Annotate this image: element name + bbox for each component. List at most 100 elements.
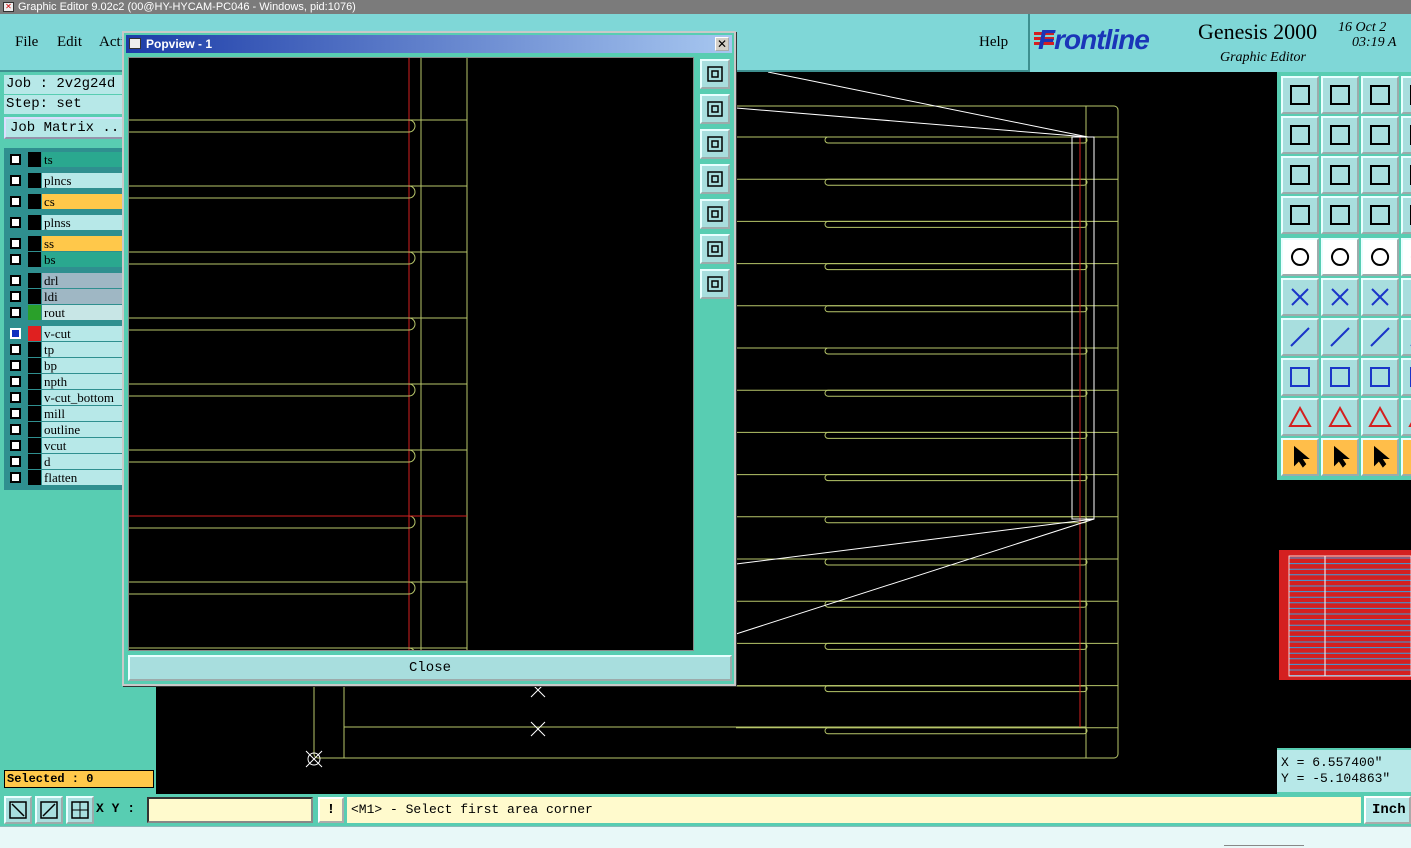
move-left-button[interactable] xyxy=(1281,116,1319,154)
layer-color-swatch[interactable] xyxy=(28,194,41,209)
layer-checkbox[interactable] xyxy=(10,238,21,249)
layer-color-swatch[interactable] xyxy=(28,173,41,188)
rotate-button[interactable] xyxy=(1361,318,1399,356)
pointer-circle-button[interactable] xyxy=(1281,238,1319,276)
layer-checkbox[interactable] xyxy=(10,254,21,265)
layer-color-swatch[interactable] xyxy=(28,305,41,320)
layer-checkbox[interactable] xyxy=(10,344,21,355)
pv-zoom-button[interactable] xyxy=(700,59,730,89)
layer-checkbox[interactable] xyxy=(10,217,21,228)
layer-checkbox[interactable] xyxy=(10,291,21,302)
xy-input[interactable] xyxy=(147,797,313,823)
next-button[interactable] xyxy=(1401,116,1411,154)
bracket-button[interactable] xyxy=(1401,358,1411,396)
layer-checkbox[interactable] xyxy=(10,328,21,339)
popview-close-icon[interactable]: ✕ xyxy=(715,37,729,51)
layer-checkbox[interactable] xyxy=(10,440,21,451)
triangle-b-button[interactable] xyxy=(1361,398,1399,436)
pv-zoom-in-button[interactable] xyxy=(700,269,730,299)
layer-checkbox[interactable] xyxy=(10,408,21,419)
grid-button[interactable] xyxy=(66,796,94,824)
overview-map[interactable] xyxy=(1277,480,1411,748)
measure-button[interactable] xyxy=(35,796,63,824)
layer-color-swatch[interactable] xyxy=(28,326,41,341)
layer-checkbox[interactable] xyxy=(10,175,21,186)
zoom-center-button[interactable] xyxy=(1321,156,1359,194)
zoom-box-button[interactable] xyxy=(1401,156,1411,194)
grid-button[interactable] xyxy=(1321,196,1359,234)
popview-close-button[interactable]: Close xyxy=(128,655,732,681)
misc-button[interactable] xyxy=(1401,238,1411,276)
layer-color-swatch[interactable] xyxy=(28,152,41,167)
layer-color-swatch[interactable] xyxy=(28,358,41,373)
pad-button[interactable] xyxy=(1281,358,1319,396)
layer-color-swatch[interactable] xyxy=(28,422,41,437)
dimension-button[interactable] xyxy=(1361,358,1399,396)
dash-button[interactable] xyxy=(1321,358,1359,396)
menu-edit[interactable]: Edit xyxy=(57,34,82,51)
pv-move-left-button[interactable] xyxy=(700,164,730,194)
layer-color-swatch[interactable] xyxy=(28,215,41,230)
layer-color-swatch[interactable] xyxy=(28,438,41,453)
move-to-bottom-button[interactable] xyxy=(1321,76,1359,114)
menu-file[interactable]: File xyxy=(15,34,38,51)
layer-checkbox[interactable] xyxy=(10,424,21,435)
home-button[interactable] xyxy=(1361,76,1399,114)
layers-button[interactable] xyxy=(1361,196,1399,234)
layer-color-swatch[interactable] xyxy=(28,470,41,485)
info-button[interactable] xyxy=(1401,196,1411,234)
layer-checkbox[interactable] xyxy=(10,472,21,483)
node-button[interactable] xyxy=(1361,278,1399,316)
layer-color-swatch[interactable] xyxy=(28,289,41,304)
select-box-button[interactable] xyxy=(1321,438,1359,476)
select-poly-button[interactable] xyxy=(1361,438,1399,476)
line-button[interactable] xyxy=(1321,318,1359,356)
layer-color-swatch[interactable] xyxy=(28,454,41,469)
zoom-fit-button[interactable] xyxy=(1281,156,1319,194)
select-arrow-button[interactable] xyxy=(1281,438,1319,476)
units-button[interactable]: Inch xyxy=(1364,796,1411,824)
ruler-button[interactable] xyxy=(1361,238,1399,276)
layer-checkbox[interactable] xyxy=(10,392,21,403)
triangle-button[interactable] xyxy=(1281,398,1319,436)
move-right-button[interactable] xyxy=(1321,116,1359,154)
pv-move-down-button[interactable] xyxy=(700,129,730,159)
scale-button[interactable] xyxy=(1361,156,1399,194)
measure-button[interactable] xyxy=(1401,318,1411,356)
split-button[interactable] xyxy=(1401,278,1411,316)
undo-view-button[interactable] xyxy=(1361,116,1399,154)
pv-zoom-out-button[interactable] xyxy=(700,234,730,264)
select-more-button[interactable] xyxy=(1401,438,1411,476)
layer-color-swatch[interactable] xyxy=(28,390,41,405)
zoom-area-button[interactable] xyxy=(4,796,32,824)
pv-move-right-button[interactable] xyxy=(700,199,730,229)
popview-canvas[interactable] xyxy=(128,57,694,651)
page-button[interactable] xyxy=(1401,76,1411,114)
warning-button[interactable]: ! xyxy=(318,797,344,823)
layer-checkbox[interactable] xyxy=(10,376,21,387)
layer-checkbox[interactable] xyxy=(10,360,21,371)
delete-button[interactable] xyxy=(1321,278,1359,316)
layer-checkbox[interactable] xyxy=(10,196,21,207)
move-to-top-button[interactable] xyxy=(1281,76,1319,114)
layer-checkbox[interactable] xyxy=(10,275,21,286)
line-draw-button[interactable] xyxy=(1321,238,1359,276)
layer-checkbox[interactable] xyxy=(10,154,21,165)
layer-color-swatch[interactable] xyxy=(28,342,41,357)
menu-help[interactable]: Help xyxy=(979,34,1008,51)
layer-color-swatch[interactable] xyxy=(28,374,41,389)
layer-color-swatch[interactable] xyxy=(28,252,41,267)
slash-button[interactable] xyxy=(1281,318,1319,356)
layer-color-swatch[interactable] xyxy=(28,406,41,421)
icon-shape xyxy=(1334,445,1350,468)
layer-checkbox[interactable] xyxy=(10,307,21,318)
tri-button[interactable] xyxy=(1401,398,1411,436)
snap-tools-button[interactable] xyxy=(1281,196,1319,234)
triangle-a-button[interactable] xyxy=(1321,398,1359,436)
menu-actions[interactable]: Acti xyxy=(99,34,125,51)
connect-button[interactable] xyxy=(1281,278,1319,316)
layer-checkbox[interactable] xyxy=(10,456,21,467)
layer-color-swatch[interactable] xyxy=(28,236,41,251)
pv-move-up-button[interactable] xyxy=(700,94,730,124)
layer-color-swatch[interactable] xyxy=(28,273,41,288)
